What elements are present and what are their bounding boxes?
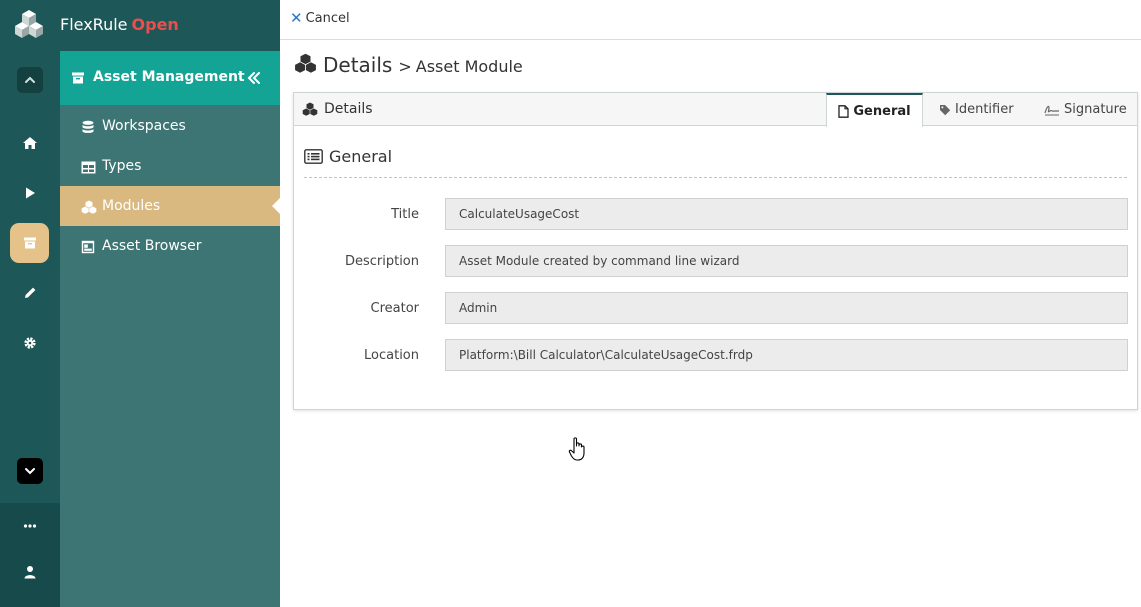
details-card: Details General Identifier Signature Gen… xyxy=(293,92,1138,410)
rail-more-button[interactable] xyxy=(0,506,60,546)
sidebar-item-label: Modules xyxy=(102,198,161,214)
details-header-label: Details xyxy=(324,101,373,117)
sidebar-item-label: Workspaces xyxy=(102,118,186,134)
cancel-button[interactable]: ✕ Cancel xyxy=(290,9,350,27)
collapse-sidebar-button[interactable] xyxy=(244,68,264,88)
title-label: Title xyxy=(391,207,419,222)
brand-edition: Open xyxy=(131,15,179,34)
sidebar-item-asset-browser[interactable]: Asset Browser xyxy=(60,226,280,266)
database-icon xyxy=(81,119,95,138)
rail-run-button[interactable] xyxy=(0,173,60,213)
details-header: Details xyxy=(302,101,373,117)
tab-general[interactable]: General xyxy=(826,93,923,127)
flexrule-logo-icon xyxy=(12,8,46,46)
collapse-up-button[interactable] xyxy=(0,60,60,100)
rail-edit-button[interactable] xyxy=(0,273,60,313)
play-icon xyxy=(23,186,37,200)
brand-name: FlexRule Open xyxy=(60,15,179,34)
rail-assets-button[interactable] xyxy=(0,223,60,263)
tab-label: Identifier xyxy=(955,102,1014,117)
creator-field[interactable]: Admin xyxy=(445,292,1128,324)
file-icon xyxy=(838,104,850,118)
section-title: General xyxy=(329,147,393,166)
page-subtitle: Asset Module xyxy=(415,56,523,76)
section-sidebar: Asset Management Workspaces Types Module… xyxy=(60,51,280,607)
signature-icon xyxy=(1044,105,1059,115)
sidebar-header: Asset Management xyxy=(60,51,280,105)
double-chevron-left-icon xyxy=(247,72,260,84)
title-field[interactable]: CalculateUsageCost xyxy=(445,198,1128,230)
tag-icon xyxy=(940,104,951,115)
gear-icon xyxy=(23,336,37,350)
description-field[interactable]: Asset Module created by command line wiz… xyxy=(445,245,1128,277)
pencil-icon xyxy=(23,286,37,300)
chevron-up-icon xyxy=(17,67,43,93)
cubes-icon xyxy=(302,102,318,116)
chevron-down-icon xyxy=(17,458,43,484)
sidebar-item-label: Types xyxy=(102,158,142,174)
sidebar-item-modules[interactable]: Modules xyxy=(60,186,280,226)
tab-identifier[interactable]: Identifier xyxy=(939,93,1014,126)
general-section-header: General xyxy=(304,147,392,166)
tab-signature[interactable]: Signature xyxy=(1044,93,1127,126)
rail-settings-button[interactable] xyxy=(0,323,60,363)
tab-label: General xyxy=(853,103,911,119)
rail-home-button[interactable] xyxy=(0,123,60,163)
left-rail xyxy=(0,0,60,607)
creator-label: Creator xyxy=(370,301,420,316)
rail-user-button[interactable] xyxy=(0,552,60,592)
ellipsis-icon xyxy=(23,523,37,529)
page-title: Details xyxy=(323,53,393,77)
sidebar-item-workspaces[interactable]: Workspaces xyxy=(60,106,280,146)
browser-icon xyxy=(81,239,95,258)
user-icon xyxy=(23,565,37,579)
tab-bar: Details General Identifier Signature xyxy=(294,93,1137,127)
cubes-icon xyxy=(294,53,317,77)
location-field[interactable]: Platform:\Bill Calculator\CalculateUsage… xyxy=(445,339,1128,371)
section-divider xyxy=(304,177,1127,178)
tab-label: Signature xyxy=(1064,102,1127,117)
table-icon xyxy=(81,159,96,178)
top-bar: ✕ Cancel xyxy=(280,0,1141,40)
location-label: Location xyxy=(364,348,419,363)
breadcrumb: Details > Asset Module xyxy=(294,53,523,77)
home-icon xyxy=(22,135,38,151)
breadcrumb-separator: > xyxy=(398,56,412,76)
sidebar-title: Asset Management xyxy=(93,69,245,85)
close-icon: ✕ xyxy=(290,9,303,27)
description-label: Description xyxy=(344,254,419,269)
sidebar-item-types[interactable]: Types xyxy=(60,146,280,186)
brand-product: FlexRule xyxy=(60,15,128,34)
archive-icon xyxy=(71,70,85,89)
expand-down-button[interactable] xyxy=(0,451,60,491)
hand-cursor-icon xyxy=(568,436,588,466)
list-icon xyxy=(304,149,323,164)
archive-icon xyxy=(23,236,37,250)
sidebar-item-label: Asset Browser xyxy=(102,238,202,254)
cubes-icon xyxy=(81,199,97,218)
cancel-label: Cancel xyxy=(305,11,350,26)
